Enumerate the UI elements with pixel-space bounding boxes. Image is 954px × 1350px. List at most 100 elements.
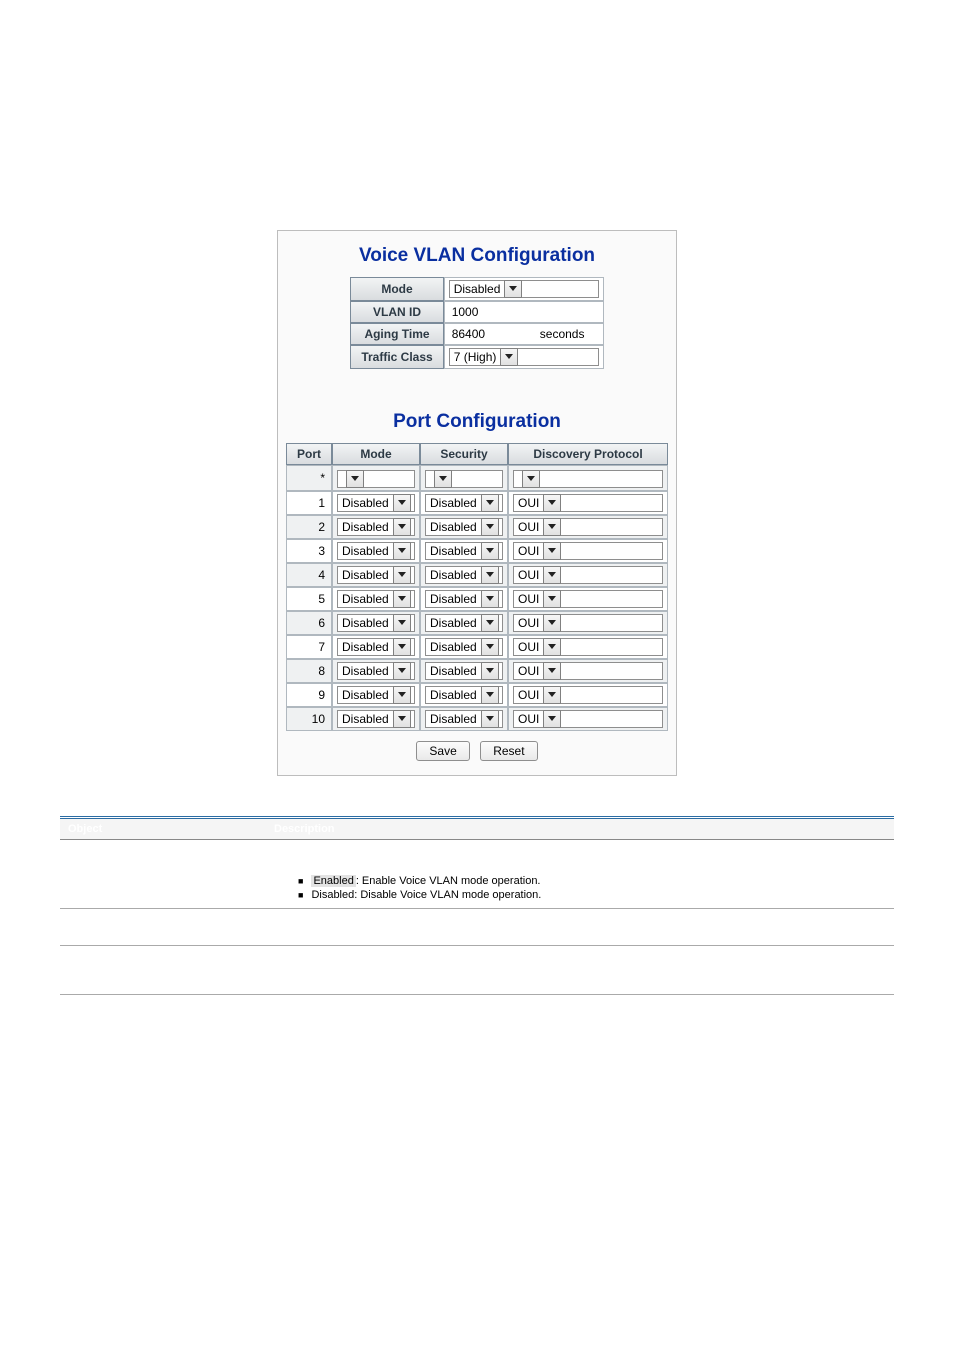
desc-head-object: Object (60, 818, 266, 840)
port-security-select[interactable]: Disabled (425, 494, 503, 512)
dropdown-arrow-icon (393, 710, 411, 728)
port-security-select[interactable]: Disabled (425, 638, 503, 656)
port-discovery-select[interactable]: OUI (513, 710, 663, 728)
table-row: 7DisabledDisabledOUI (286, 635, 668, 659)
port-discovery-select[interactable] (513, 470, 663, 488)
port-mode-select[interactable]: Disabled (337, 590, 415, 608)
tclass-label: Traffic Class (350, 345, 443, 369)
dropdown-arrow-icon (481, 686, 499, 704)
port-discovery-select[interactable]: OUI (513, 686, 663, 704)
dropdown-arrow-icon (481, 566, 499, 584)
table-row: 6 Disabled Disabled OUI (286, 611, 668, 635)
port-discovery-select[interactable]: OUI (513, 614, 663, 632)
port-discovery-select[interactable]: OUI (513, 494, 663, 512)
port-security-select[interactable]: Disabled (425, 542, 503, 560)
dropdown-arrow-icon (543, 686, 561, 704)
dropdown-arrow-icon (543, 494, 561, 512)
dropdown-arrow-icon (543, 590, 561, 608)
port-mode-select[interactable]: Disabled (337, 710, 415, 728)
dropdown-arrow-icon (543, 542, 561, 560)
port-security-select[interactable]: Disabled (425, 590, 503, 608)
port-discovery-select[interactable]: OUI (513, 590, 663, 608)
port-discovery-select[interactable]: OUI (513, 662, 663, 680)
desc-row: ModeIndicates the Voice VLAN mode operat… (60, 840, 894, 909)
desc-object: VLAN ID (60, 909, 266, 946)
port-security-select[interactable]: Disabled (425, 614, 503, 632)
port-discovery-select[interactable]: OUI (513, 638, 663, 656)
port-mode-select[interactable]: Disabled (337, 614, 415, 632)
voice-vlan-table: Mode Disabled VLAN ID Aging Time (350, 277, 603, 369)
aging-input[interactable] (449, 326, 521, 342)
dropdown-arrow-icon (543, 614, 561, 632)
port-mode-select[interactable]: Disabled (337, 662, 415, 680)
col-security: Security (420, 443, 508, 465)
table-row: 3 Disabled Disabled OUI (286, 539, 668, 563)
table-row: 8 Disabled Disabled OUI (286, 659, 668, 683)
dropdown-arrow-icon (393, 494, 411, 512)
dropdown-arrow-icon (393, 542, 411, 560)
table-row: 10 Disabled Disabled OUI (286, 707, 668, 731)
traffic-class-select[interactable]: 7 (High) (449, 348, 599, 366)
port-security-select[interactable]: Disabled (425, 686, 503, 704)
col-mode: Mode (332, 443, 420, 465)
dropdown-arrow-icon (481, 662, 499, 680)
table-row: * (286, 465, 668, 491)
dropdown-arrow-icon (434, 470, 452, 488)
port-security-select[interactable]: Disabled (425, 566, 503, 584)
port-discovery-select[interactable]: OUI (513, 566, 663, 584)
port-config-heading: Port Configuration (286, 411, 668, 433)
port-security-select[interactable] (425, 470, 503, 488)
dropdown-arrow-icon (393, 566, 411, 584)
port-number: 8 (286, 659, 332, 683)
desc-bullet: Disabled: Disable Voice VLAN mode operat… (298, 888, 886, 902)
port-mode-select[interactable]: Disabled (337, 518, 415, 536)
desc-text: Indicates the Voice VLAN secure learning… (266, 946, 894, 995)
table-row: 5 Disabled Disabled OUI (286, 587, 668, 611)
port-mode-select[interactable]: Disabled (337, 638, 415, 656)
dropdown-arrow-icon (481, 590, 499, 608)
port-number: 9 (286, 683, 332, 707)
dropdown-arrow-icon (393, 638, 411, 656)
port-number: 2 (286, 515, 332, 539)
dropdown-arrow-icon (481, 638, 499, 656)
port-mode-select[interactable]: Disabled (337, 494, 415, 512)
port-discovery-select[interactable]: OUI (513, 518, 663, 536)
dropdown-arrow-icon (393, 686, 411, 704)
reset-button[interactable]: Reset (480, 741, 537, 761)
port-security-select[interactable]: Disabled (425, 518, 503, 536)
mode-select[interactable]: Disabled (449, 280, 599, 298)
table-row: 9 Disabled Disabled OUI (286, 683, 668, 707)
port-discovery-select[interactable]: OUI (513, 542, 663, 560)
port-mode-select[interactable]: Disabled (337, 566, 415, 584)
port-number: 5 (286, 587, 332, 611)
col-discovery: Discovery Protocol (508, 443, 668, 465)
port-security-select[interactable]: Disabled (425, 662, 503, 680)
voice-vlan-heading: Voice VLAN Configuration (286, 245, 668, 267)
dropdown-arrow-icon (504, 280, 522, 298)
port-security-select[interactable]: Disabled (425, 710, 503, 728)
dropdown-arrow-icon (346, 470, 364, 488)
desc-text: Indicates the Voice VLAN mode operation.… (266, 840, 894, 909)
port-number: 3 (286, 539, 332, 563)
port-mode-select[interactable]: Disabled (337, 686, 415, 704)
table-row: 2 Disabled Disabled OUI (286, 515, 668, 539)
vlanid-label: VLAN ID (350, 301, 443, 323)
mode-select-value: Disabled (450, 282, 505, 296)
port-mode-select[interactable]: Disabled (337, 542, 415, 560)
port-number: 10 (286, 707, 332, 731)
vlanid-input[interactable] (449, 304, 599, 320)
dropdown-arrow-icon (481, 710, 499, 728)
dropdown-arrow-icon (481, 494, 499, 512)
dropdown-arrow-icon (543, 638, 561, 656)
port-number: 6 (286, 611, 332, 635)
port-mode-select[interactable] (337, 470, 415, 488)
save-button[interactable]: Save (416, 741, 469, 761)
port-config-table: Port Mode Security Discovery Protocol *1… (286, 443, 668, 731)
dropdown-arrow-icon (522, 470, 540, 488)
dropdown-arrow-icon (500, 348, 518, 366)
aging-unit: seconds (536, 323, 604, 345)
desc-row: Aging TimeIndicates the Voice VLAN secur… (60, 946, 894, 995)
port-number: 4 (286, 563, 332, 587)
desc-bullet: Enabled: Enable Voice VLAN mode operatio… (298, 874, 886, 888)
dropdown-arrow-icon (393, 518, 411, 536)
